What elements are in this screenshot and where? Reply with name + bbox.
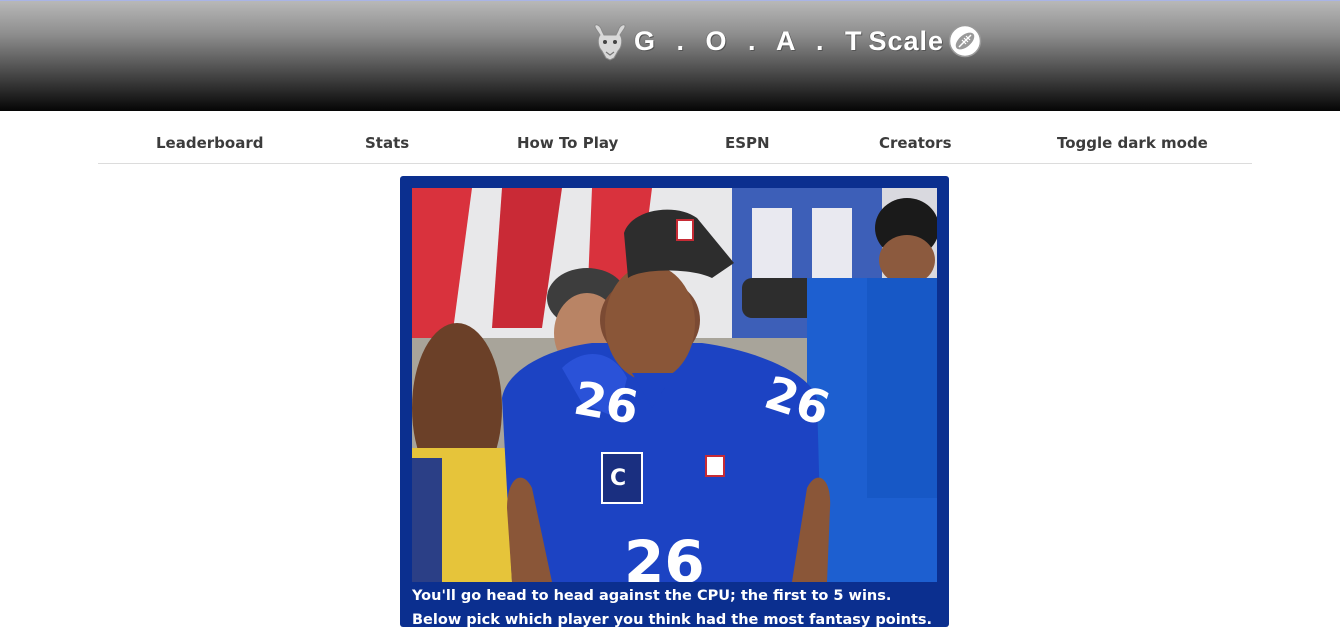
brand-logo[interactable]: G . O . A . TScale (590, 17, 982, 65)
site-header: G . O . A . TScale (0, 0, 1340, 111)
nav-stats[interactable]: Stats (365, 134, 409, 152)
svg-text:C: C (610, 466, 626, 491)
brand-title-acronym: G . O . A . T (634, 25, 869, 56)
nav-espn[interactable]: ESPN (725, 134, 770, 152)
game-instructions: You'll go head to head against the CPU; … (412, 588, 933, 628)
nav-toggle-dark-mode[interactable]: Toggle dark mode (1057, 134, 1208, 152)
brand-title: G . O . A . TScale (634, 26, 944, 57)
player-photo-graphic: C 26 26 26 (412, 188, 937, 582)
nav-how-to-play[interactable]: How To Play (517, 134, 618, 152)
brand-title-word: Scale (868, 25, 945, 56)
game-intro-card: C 26 26 26 You'll go head to head agains… (400, 176, 949, 628)
goat-head-icon (594, 24, 626, 61)
svg-text:26: 26 (570, 371, 642, 435)
nav-leaderboard[interactable]: Leaderboard (156, 134, 263, 152)
main-nav: Leaderboard Stats How To Play ESPN Creat… (98, 124, 1252, 164)
football-icon (948, 24, 982, 58)
svg-text:26: 26 (624, 528, 705, 582)
nav-creators[interactable]: Creators (879, 134, 952, 152)
player-photo: C 26 26 26 (412, 188, 937, 582)
